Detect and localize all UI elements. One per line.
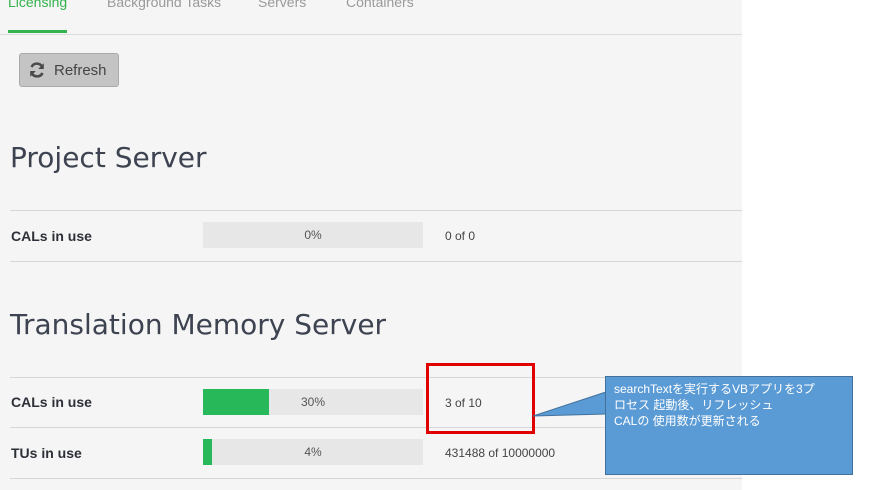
divider <box>10 478 742 479</box>
project-cals-label: CALs in use <box>11 228 92 244</box>
active-tab-indicator <box>8 30 67 33</box>
tab-servers[interactable]: Servers <box>258 0 306 10</box>
project-cals-count: 0 of 0 <box>445 229 476 243</box>
progress-percent: 30% <box>300 395 326 409</box>
tm-tus-count: 431488 of 10000000 <box>445 446 556 460</box>
callout-line: CALの 使用数が更新される <box>614 414 761 428</box>
divider <box>10 261 742 262</box>
tab-containers[interactable]: Containers <box>346 0 414 10</box>
progress-percent: 4% <box>304 445 322 459</box>
tab-licensing[interactable]: Licensing <box>8 0 67 10</box>
project-cals-progress-bar: 0% <box>203 222 423 248</box>
section-title-project-server: Project Server <box>10 141 207 174</box>
progress-percent: 0% <box>304 228 322 242</box>
tab-background-tasks[interactable]: Background Tasks <box>107 0 221 10</box>
annotation-callout: searchTextを実行するVBアプリを3プ ロセス 起動後、リフレッシュ C… <box>605 376 853 475</box>
refresh-button-label: Refresh <box>54 61 107 79</box>
divider <box>10 210 742 211</box>
tm-tus-progress-bar: 4% <box>203 439 423 465</box>
highlight-box <box>426 363 535 434</box>
tm-tus-label: TUs in use <box>11 445 82 461</box>
callout-line: ロセス 起動後、リフレッシュ <box>614 398 774 412</box>
tab-bar: Licensing Background Tasks Servers Conta… <box>0 0 742 35</box>
callout-line: searchTextを実行するVBアプリを3プ <box>614 382 815 396</box>
refresh-icon <box>28 61 46 79</box>
tm-cals-label: CALs in use <box>11 394 92 410</box>
refresh-button[interactable]: Refresh <box>19 53 119 87</box>
callout-pointer <box>533 391 607 417</box>
section-title-tm-server: Translation Memory Server <box>10 308 387 341</box>
tm-cals-progress-bar: 30% <box>203 389 423 415</box>
